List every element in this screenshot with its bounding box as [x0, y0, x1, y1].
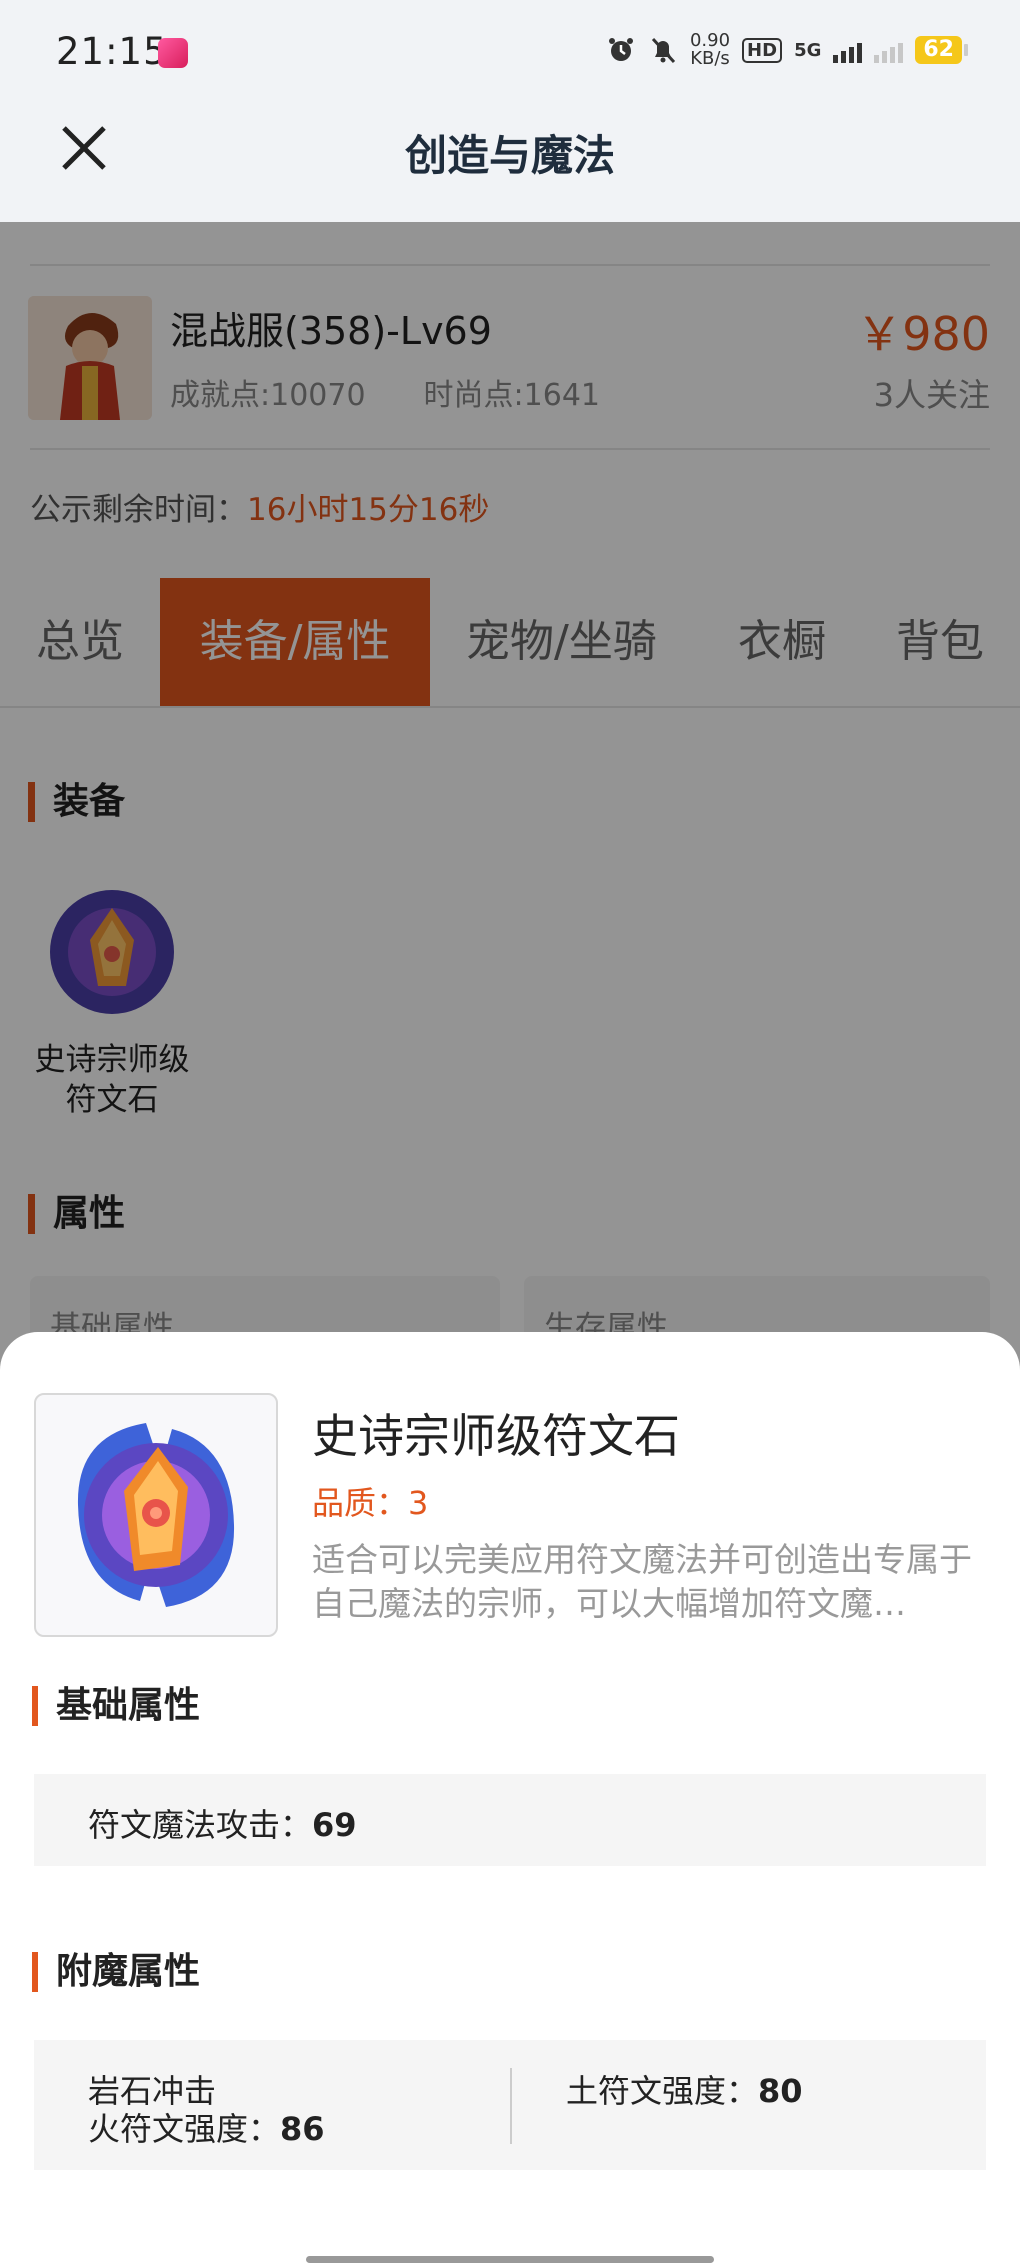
enchant-attributes-heading: 附魔属性: [32, 1952, 200, 1992]
hd-voice-icon: HD: [742, 37, 783, 63]
bell-muted-icon: [651, 37, 676, 64]
item-description: 适合可以完美应用符文魔法并可创造出专属于自己魔法的宗师，可以大幅增加符文魔…: [312, 1540, 972, 1623]
signal-secondary-icon: [874, 37, 904, 63]
enchant-attribute-row: 火符文强度：86: [88, 2110, 325, 2148]
network-type: 5G: [794, 39, 822, 61]
alarm-icon: [608, 38, 633, 61]
signal-icon: [833, 37, 863, 63]
battery-icon: 62: [915, 36, 968, 64]
item-quality: 品质：3: [312, 1484, 429, 1522]
network-speed: 0.90 KB/s: [689, 30, 731, 69]
enchant-attribute-value: 86: [280, 2110, 325, 2148]
item-detail-icon: [34, 1393, 278, 1637]
basic-attribute-row: 符文魔法攻击：69: [88, 1806, 357, 1844]
enchant-attribute-row: 土符文强度：80: [566, 2072, 803, 2110]
basic-attributes-heading: 基础属性: [32, 1686, 200, 1726]
status-bar: 21:15 0.90 KB/s HD 5G 62: [0, 0, 1020, 110]
item-title: 史诗宗师级符文石: [312, 1409, 680, 1463]
status-icons: 0.90 KB/s HD 5G 62: [606, 30, 968, 69]
home-indicator[interactable]: [306, 2256, 714, 2263]
page-title: 创造与魔法: [404, 131, 615, 180]
status-time: 21:15: [56, 30, 168, 73]
column-divider: [510, 2068, 512, 2144]
bilibili-app-icon: [158, 38, 188, 68]
enchant-attribute-value: 80: [758, 2072, 803, 2110]
basic-attribute-value: 69: [312, 1806, 357, 1844]
